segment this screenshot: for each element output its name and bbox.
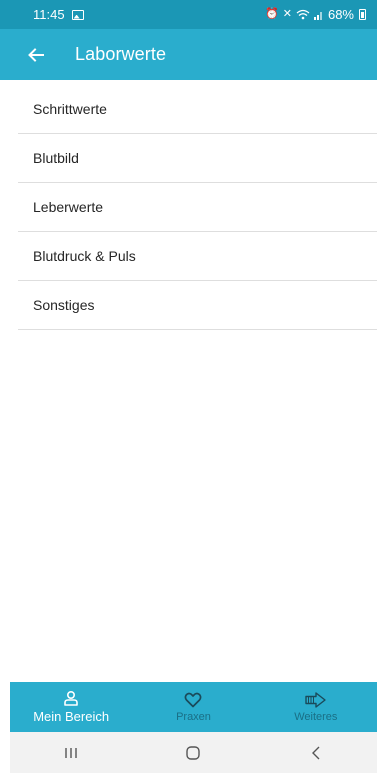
nav-mein-bereich[interactable]: Mein Bereich bbox=[10, 682, 132, 732]
arrow-right-icon bbox=[305, 691, 326, 708]
list-item-label: Blutdruck & Puls bbox=[33, 248, 136, 264]
recent-apps-icon[interactable] bbox=[41, 738, 101, 768]
list-item-label: Schrittwerte bbox=[33, 101, 107, 117]
mute-icon: ✕ bbox=[282, 8, 292, 20]
status-time: 11:45 bbox=[33, 7, 65, 22]
arrow-left-icon[interactable] bbox=[27, 46, 45, 64]
bottom-navigation: Mein Bereich Praxen Weiteres bbox=[10, 682, 377, 732]
battery-icon bbox=[359, 9, 366, 20]
back-icon[interactable] bbox=[286, 738, 346, 768]
nav-label: Praxen bbox=[176, 710, 211, 723]
list-item-blutbild[interactable]: Blutbild bbox=[18, 134, 377, 183]
image-icon bbox=[71, 9, 84, 20]
app-bar: Laborwerte bbox=[0, 29, 377, 80]
list-item-leberwerte[interactable]: Leberwerte bbox=[18, 183, 377, 232]
battery-percent: 68% bbox=[327, 7, 354, 22]
status-left: 11:45 bbox=[33, 7, 84, 22]
heart-icon bbox=[185, 692, 202, 707]
person-icon bbox=[64, 690, 78, 706]
wifi-icon bbox=[296, 9, 310, 20]
nav-label: Mein Bereich bbox=[33, 709, 110, 724]
list-item-sonstiges[interactable]: Sonstiges bbox=[18, 281, 377, 330]
nav-weiteres[interactable]: Weiteres bbox=[255, 682, 377, 732]
list-item-label: Leberwerte bbox=[33, 199, 104, 215]
page-title: Laborwerte bbox=[75, 44, 167, 64]
list-item-schrittwerte[interactable]: Schrittwerte bbox=[18, 85, 377, 134]
list-item-label: Blutbild bbox=[33, 150, 79, 166]
status-right: ⏰ ✕ 68% bbox=[265, 7, 366, 22]
signal-icon bbox=[313, 12, 322, 20]
list-item-label: Sonstiges bbox=[33, 297, 95, 313]
system-navigation-bar bbox=[10, 732, 377, 773]
alarm-icon: ⏰ bbox=[265, 8, 279, 20]
nav-praxen[interactable]: Praxen bbox=[132, 682, 254, 732]
laborwerte-list: Schrittwerte Blutbild Leberwerte Blutdru… bbox=[18, 85, 377, 330]
nav-label: Weiteres bbox=[294, 710, 338, 723]
home-icon[interactable] bbox=[163, 738, 223, 768]
status-bar: 11:45 ⏰ ✕ 68% bbox=[0, 0, 377, 29]
list-item-blutdruck-puls[interactable]: Blutdruck & Puls bbox=[18, 232, 377, 281]
phone-screen: 11:45 ⏰ ✕ 68% Laborwerte Schrittwerte Bl… bbox=[0, 0, 377, 773]
